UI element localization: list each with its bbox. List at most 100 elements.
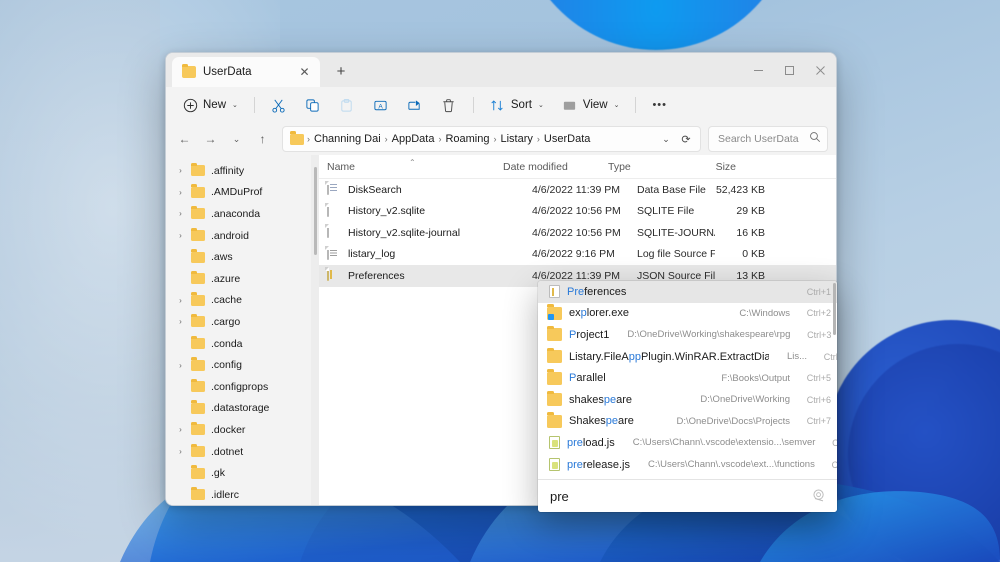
- breadcrumb-item-2[interactable]: Roaming: [442, 133, 492, 145]
- view-button[interactable]: View ⌄: [554, 92, 628, 119]
- chevron-right-icon[interactable]: ›: [174, 188, 187, 197]
- nav-item[interactable]: .datastorage: [166, 398, 319, 420]
- folder-icon: [547, 412, 562, 428]
- list-item[interactable]: Preferences Ctrl+1: [538, 281, 837, 303]
- minimize-button[interactable]: [743, 53, 774, 87]
- breadcrumb-item-1[interactable]: AppData: [389, 133, 438, 145]
- nav-item[interactable]: › .AMDuProf: [166, 182, 319, 204]
- folder-icon: [191, 465, 205, 479]
- cut-button[interactable]: [263, 92, 295, 119]
- table-row[interactable]: History_v2.sqlite-journal 4/6/2022 10:56 …: [319, 222, 836, 244]
- result-path: D:\OneDrive\Docs\Projects: [676, 415, 790, 427]
- sort-icon: [490, 97, 506, 113]
- list-item[interactable]: prerelease.js C:\Users\Chann\.vscode\ext.…: [538, 454, 837, 476]
- list-item[interactable]: Shakespeare D:\OneDrive\Docs\Projects Ctrl…: [538, 411, 837, 433]
- nav-item[interactable]: › .cache: [166, 290, 319, 312]
- file-type: SQLITE-JOURNAL ...: [637, 226, 715, 239]
- navigation-pane[interactable]: › .affinity › .AMDuProf › .anaconda › .android.…: [166, 155, 319, 505]
- breadcrumb-bar[interactable]: › Channing Dai › AppData › Roaming › Lis…: [282, 126, 701, 152]
- folder-icon: [191, 443, 205, 458]
- sort-button[interactable]: Sort ⌄: [482, 92, 552, 119]
- search-box[interactable]: Search UserData: [708, 126, 828, 152]
- chevron-right-icon[interactable]: ›: [174, 209, 187, 218]
- listary-search-icon[interactable]: [809, 486, 829, 506]
- list-item[interactable]: explorer.exe C:\Windows Ctrl+2: [538, 303, 837, 325]
- listary-scrollbar-thumb[interactable]: [833, 283, 836, 335]
- share-button[interactable]: [399, 92, 431, 119]
- nav-item[interactable]: › .android: [166, 225, 319, 247]
- up-button[interactable]: ↑: [250, 127, 275, 152]
- maximize-button[interactable]: [774, 53, 805, 87]
- nav-item[interactable]: .configprops: [166, 376, 319, 398]
- new-tab-button[interactable]: +: [327, 57, 355, 85]
- breadcrumb-item-3[interactable]: Listary: [498, 133, 536, 145]
- nav-item[interactable]: .aws: [166, 246, 319, 268]
- nav-item[interactable]: › .config: [166, 354, 319, 376]
- nav-item[interactable]: .azure: [166, 268, 319, 290]
- json-file-icon: [549, 285, 560, 299]
- new-button[interactable]: New ⌄: [174, 92, 246, 119]
- list-item[interactable]: Parallel F:\Books\Output Ctrl+5: [538, 367, 837, 389]
- divider: [472, 97, 474, 113]
- close-tab-icon[interactable]: ✕: [295, 63, 314, 82]
- list-item[interactable]: shakespeare D:\OneDrive\Working Ctrl+6: [538, 389, 837, 411]
- listary-search-row[interactable]: pre: [538, 479, 837, 512]
- list-item[interactable]: preload.js C:\Users\Chann\.vscode\extensi…: [538, 432, 837, 454]
- folder-icon: [191, 162, 205, 177]
- table-row[interactable]: DiskSearch 4/6/2022 11:39 PM Data Base Fil…: [319, 179, 836, 201]
- ellipsis-icon: •••: [652, 99, 668, 111]
- divider: [635, 97, 637, 113]
- copy-button[interactable]: [297, 92, 329, 119]
- nav-item[interactable]: › .cargo: [166, 311, 319, 333]
- nav-item[interactable]: › .docker: [166, 419, 319, 441]
- nav-item[interactable]: .idlerc: [166, 484, 319, 505]
- delete-button[interactable]: [433, 92, 465, 119]
- nav-item[interactable]: .gk: [166, 462, 319, 484]
- column-header-size[interactable]: Size: [686, 161, 744, 173]
- list-item[interactable]: Project1 D:\OneDrive\Working\shakespeare\…: [538, 324, 837, 346]
- nav-item-label: .azure: [211, 272, 241, 285]
- chevron-right-icon[interactable]: ›: [174, 231, 187, 240]
- nav-item[interactable]: › .anaconda: [166, 203, 319, 225]
- chevron-right-icon[interactable]: ›: [174, 425, 187, 434]
- more-options-button[interactable]: •••: [644, 92, 675, 119]
- nav-scrollbar-thumb[interactable]: [314, 167, 317, 255]
- result-name: prerelease.js: [567, 458, 630, 471]
- forward-button[interactable]: →: [198, 127, 223, 152]
- nav-scrollbar-track[interactable]: [311, 155, 319, 505]
- nav-item[interactable]: › .dotnet: [166, 441, 319, 463]
- result-path: C:\Users\Chann\.vscode\extensio...\semve…: [632, 437, 816, 449]
- back-button[interactable]: ←: [172, 127, 197, 152]
- tab-userdata[interactable]: UserData ✕: [172, 57, 320, 87]
- table-row[interactable]: History_v2.sqlite 4/6/2022 10:56 PM SQLITE…: [319, 201, 836, 223]
- column-header-date[interactable]: Date modified: [495, 161, 600, 173]
- listary-search-input[interactable]: pre: [550, 489, 809, 504]
- chevron-right-icon[interactable]: ›: [174, 317, 187, 326]
- column-header-type[interactable]: Type: [600, 161, 686, 173]
- nav-item[interactable]: .conda: [166, 333, 319, 355]
- search-input[interactable]: Search UserData: [718, 133, 805, 145]
- rename-button[interactable]: A: [365, 92, 397, 119]
- breadcrumb-item-4[interactable]: UserData: [541, 133, 593, 145]
- chevron-down-icon: ⌄: [232, 102, 238, 109]
- refresh-icon[interactable]: ⟳: [676, 128, 696, 150]
- recent-locations-button[interactable]: ⌄: [224, 127, 249, 152]
- chevron-right-icon[interactable]: ›: [174, 166, 187, 175]
- folder-icon: [290, 131, 304, 145]
- chevron-down-icon: ⌄: [613, 102, 620, 109]
- table-row[interactable]: listary_log 4/6/2022 9:16 PM Log file Sour…: [319, 244, 836, 266]
- cut-icon: [272, 99, 285, 113]
- chevron-right-icon[interactable]: ›: [174, 361, 187, 370]
- chevron-right-icon[interactable]: ›: [174, 296, 187, 305]
- title-bar: UserData ✕ +: [166, 53, 836, 87]
- breadcrumb-item-0[interactable]: Channing Dai: [311, 133, 384, 145]
- chevron-right-icon[interactable]: ›: [174, 447, 187, 456]
- file-date: 4/6/2022 10:56 PM: [532, 226, 621, 239]
- address-dropdown-icon[interactable]: ⌄: [656, 128, 676, 150]
- nav-item[interactable]: › .affinity: [166, 160, 319, 182]
- list-item[interactable]: Listary.FileAppPlugin.WinRAR.ExtractDia l…: [538, 346, 837, 368]
- listary-popup[interactable]: Preferences Ctrl+1 explorer.exe C:\Windows C…: [538, 281, 837, 512]
- column-header-name[interactable]: Name: [319, 161, 495, 173]
- close-button[interactable]: [805, 53, 836, 87]
- paste-button[interactable]: [331, 92, 363, 119]
